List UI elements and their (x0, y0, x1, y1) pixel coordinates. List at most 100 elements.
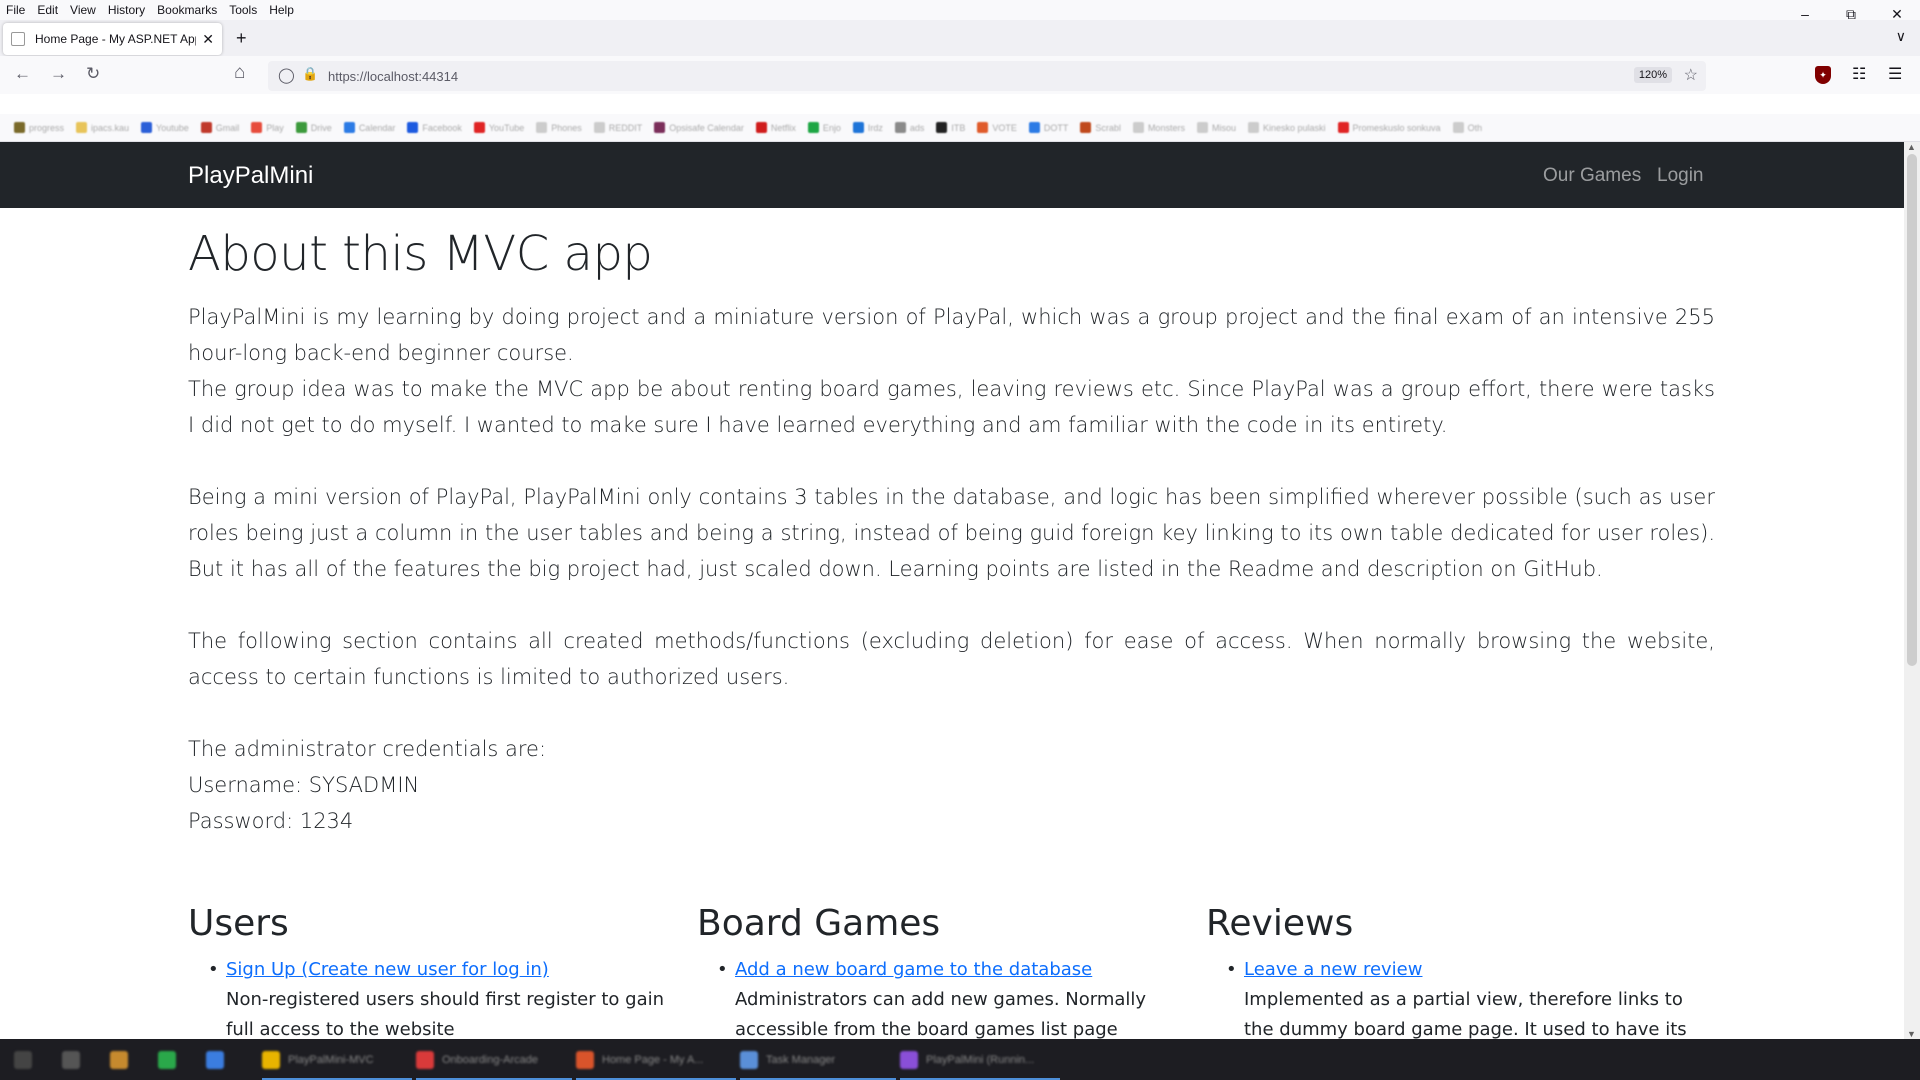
site-brand[interactable]: PlayPalMini (188, 162, 313, 190)
bookmark-item[interactable]: Misou (1196, 122, 1236, 133)
taskbar-app[interactable] (110, 1047, 136, 1073)
list-item: Add a new board game to the database Adm… (717, 955, 1206, 1039)
menu-edit[interactable]: Edit (31, 3, 64, 17)
bookmark-item[interactable]: Phones (536, 122, 582, 133)
bookmark-label: Kinesko pulaski (1262, 122, 1326, 133)
bookmark-favicon-icon (1080, 122, 1092, 133)
sign-up-link[interactable]: Sign Up (Create new user for log in) (226, 959, 549, 980)
bookmark-item[interactable]: progress (14, 122, 64, 133)
bookmark-label: ads (909, 122, 925, 133)
list-tabs-icon[interactable]: ∨ (1896, 28, 1906, 45)
taskbar-app[interactable] (62, 1047, 88, 1073)
tracking-shield-icon[interactable]: ◯ (278, 66, 295, 84)
bookmark-item[interactable]: YouTube (473, 122, 524, 133)
bookmark-item[interactable]: Enjo (807, 122, 841, 133)
menu-bar: File Edit View History Bookmarks Tools H… (0, 0, 1920, 20)
bookmark-label: Play (266, 122, 284, 133)
leave-review-link[interactable]: Leave a new review (1244, 959, 1422, 980)
scrollbar-thumb[interactable] (1907, 154, 1917, 666)
bookmark-favicon-icon (343, 122, 355, 133)
bookmark-item[interactable]: Monsters (1132, 122, 1185, 133)
taskbar-app[interactable]: PlayPalMini-MVC (262, 1047, 374, 1073)
menu-tools[interactable]: Tools (223, 3, 263, 17)
menu-file[interactable]: File (0, 3, 31, 17)
taskbar-app[interactable] (14, 1047, 40, 1073)
bookmark-label: Gmail (215, 122, 240, 133)
menu-history[interactable]: History (102, 3, 151, 17)
bookmark-item[interactable]: Irdz (852, 122, 883, 133)
bookmark-item[interactable]: VOTE (977, 122, 1017, 133)
taskbar-app[interactable] (206, 1047, 232, 1073)
menu-help[interactable]: Help (263, 3, 300, 17)
mini-version-paragraph: Being a mini version of PlayPal, PlayPal… (188, 484, 1715, 581)
bookmark-favicon-icon (1337, 122, 1349, 133)
taskbar-app[interactable]: Task Manager (740, 1047, 835, 1073)
bookmark-item[interactable]: Kinesko pulaski (1247, 122, 1326, 133)
bookmark-item[interactable]: Facebook (407, 122, 462, 133)
bookmark-item[interactable]: Promeskuslo sonkuva (1337, 122, 1441, 133)
page-scrollbar[interactable]: ▲ ▼ (1904, 142, 1920, 1039)
taskbar-app[interactable]: Onboarding-Arcade (416, 1047, 538, 1073)
app-icon (158, 1051, 176, 1069)
forward-icon[interactable]: → (50, 64, 67, 84)
bookmark-label: Facebook (422, 122, 462, 133)
bookmark-item[interactable]: ipacs.kau (76, 122, 129, 133)
menu-hamburger-icon[interactable]: ☰ (1888, 64, 1902, 84)
new-tab-icon[interactable]: + (236, 28, 247, 49)
bookmark-favicon-icon (14, 122, 25, 133)
bookmark-item[interactable]: REDDIT (593, 122, 642, 133)
bookmark-favicon-icon (894, 122, 906, 133)
bookmark-item[interactable]: Opsisafe Calendar (654, 122, 744, 133)
bookmark-item[interactable]: Oth (1452, 122, 1482, 133)
credentials-intro: The administrator credentials are: (188, 736, 547, 761)
bookmark-item[interactable]: DOTT (1028, 122, 1068, 133)
bookmark-favicon-icon (141, 122, 153, 133)
bookmark-favicon-icon (200, 122, 212, 133)
ublock-extension-icon[interactable]: ✦ (1815, 66, 1831, 84)
lock-icon[interactable]: 🔒 (302, 66, 318, 82)
add-board-game-link[interactable]: Add a new board game to the database (735, 959, 1092, 980)
bookmark-item[interactable]: Play (251, 122, 284, 133)
page-title: About this MVC app (188, 226, 653, 282)
close-tab-icon[interactable]: ✕ (202, 31, 214, 48)
back-icon[interactable]: ← (14, 64, 31, 84)
bookmark-label: Enjo (822, 122, 841, 133)
menu-view[interactable]: View (64, 3, 102, 17)
url-text[interactable]: https://localhost:44314 (328, 69, 458, 84)
zoom-level[interactable]: 120% (1633, 67, 1672, 83)
group-idea-paragraph: The group idea was to make the MVC app b… (188, 376, 1715, 437)
board-games-section: Board Games Add a new board game to the … (697, 902, 1206, 1039)
bookmark-item[interactable]: ITB (936, 122, 965, 133)
bookmark-label: Youtube (156, 122, 189, 133)
taskbar-app[interactable]: PlayPalMini (Runnin... (900, 1047, 1034, 1073)
bookmark-favicon-icon (1132, 122, 1144, 133)
bookmark-star-icon[interactable]: ☆ (1684, 65, 1698, 85)
nav-our-games[interactable]: Our Games (1543, 165, 1641, 187)
taskbar-app[interactable] (158, 1047, 184, 1073)
reload-icon[interactable]: ↻ (86, 64, 100, 84)
menu-bookmarks[interactable]: Bookmarks (151, 3, 223, 17)
taskbar-app[interactable]: Home Page - My A... (576, 1047, 703, 1073)
users-section: Users Sign Up (Create new user for log i… (188, 902, 697, 1039)
app-icon (14, 1051, 32, 1069)
bookmark-item[interactable]: Netflix (755, 122, 796, 133)
scroll-up-icon[interactable]: ▲ (1907, 142, 1916, 152)
bookmark-item[interactable]: Youtube (141, 122, 189, 133)
tab-home-page[interactable]: Home Page - My ASP.NET App ✕ (3, 23, 222, 55)
nav-login[interactable]: Login (1657, 165, 1704, 187)
home-icon[interactable]: ⌂ (234, 62, 245, 84)
scroll-down-icon[interactable]: ▼ (1907, 1029, 1916, 1039)
page-icon (11, 32, 25, 46)
bookmark-item[interactable]: Gmail (200, 122, 240, 133)
app-icon (262, 1051, 280, 1069)
bookmark-item[interactable]: Scrabl (1080, 122, 1121, 133)
main-content: About this MVC app PlayPalMini is my lea… (188, 208, 1715, 839)
bookmark-label: ipacs.kau (91, 122, 130, 133)
bookmark-item[interactable]: Calendar (343, 122, 396, 133)
bookmark-label: Calendar (358, 122, 396, 133)
url-bar[interactable]: ◯ 🔒 https://localhost:44314 120% ☆ (268, 61, 1706, 91)
bookmark-item[interactable]: ads (894, 122, 925, 133)
bookmark-item[interactable]: Drive (295, 122, 332, 133)
bookmark-favicon-icon (977, 122, 989, 133)
extensions-icon[interactable]: ☷ (1852, 64, 1866, 84)
